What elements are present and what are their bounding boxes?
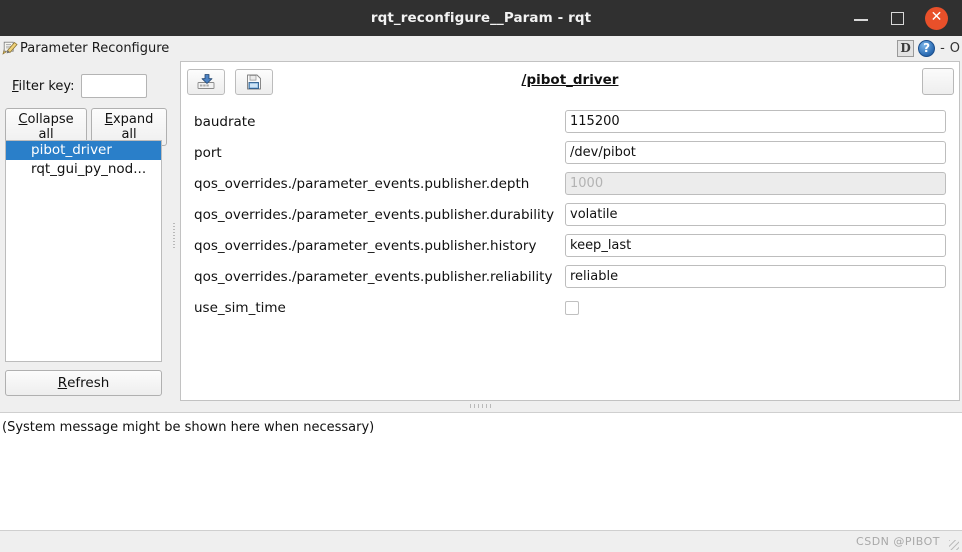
collapse-all-label: ollapse all bbox=[27, 112, 74, 142]
filter-key-label-text: ilter key: bbox=[18, 78, 75, 94]
filter-key-input[interactable] bbox=[80, 74, 147, 98]
save-parameters-icon bbox=[247, 74, 261, 90]
window-title: rqt_reconfigure__Param - rqt bbox=[370, 10, 592, 26]
window-controls: ✕ bbox=[853, 0, 962, 36]
parameter-label: use_sim_time bbox=[194, 299, 286, 316]
parameter-row-baudrate: baudrate bbox=[181, 106, 959, 137]
parameter-row-publisher-reliability: qos_overrides./parameter_events.publishe… bbox=[181, 261, 959, 292]
load-parameters-icon bbox=[197, 74, 215, 89]
filter-key-label: Filter key: bbox=[12, 79, 75, 94]
close-button[interactable]: ✕ bbox=[925, 6, 948, 30]
parameter-input-publisher-reliability[interactable] bbox=[565, 265, 946, 288]
collapse-all-accel: C bbox=[18, 112, 28, 127]
dock-widget-controls: D ? - O bbox=[897, 36, 962, 60]
parameter-input-publisher-history[interactable] bbox=[565, 234, 946, 257]
parameter-label: qos_overrides./parameter_events.publishe… bbox=[194, 175, 530, 192]
parameter-value-cell bbox=[565, 300, 946, 315]
parameter-value-cell bbox=[565, 172, 946, 195]
parameter-label: qos_overrides./parameter_events.publishe… bbox=[194, 237, 537, 254]
filter-key-row: Filter key: bbox=[12, 74, 147, 98]
parameter-checkbox-use-sim-time[interactable] bbox=[565, 300, 579, 315]
node-list-item-label: rqt_gui_py_nod... bbox=[31, 161, 147, 177]
close-icon: ✕ bbox=[930, 9, 943, 25]
selected-node-title: /pibot_driver bbox=[181, 72, 959, 88]
parameter-label: qos_overrides./parameter_events.publishe… bbox=[194, 206, 555, 223]
node-selector-pane: Filter key: Collapse all Expand all pibo… bbox=[0, 60, 167, 412]
help-icon[interactable]: ? bbox=[918, 39, 936, 57]
node-list-item-label: pibot_driver bbox=[31, 142, 112, 158]
parameter-value-cell bbox=[565, 141, 946, 164]
parameter-label: port bbox=[194, 144, 222, 161]
parameter-toolbar: /pibot_driver bbox=[181, 62, 959, 106]
main-split-area: Filter key: Collapse all Expand all pibo… bbox=[0, 60, 962, 412]
node-list-item-pibot-driver[interactable]: pibot_driver bbox=[6, 141, 161, 160]
dock-float-button[interactable]: D bbox=[897, 39, 915, 57]
status-bar: CSDN @PIBOT bbox=[0, 530, 962, 552]
splitter-grip-icon bbox=[172, 223, 175, 249]
refresh-label: efresh bbox=[67, 375, 110, 391]
expand-all-accel: E bbox=[104, 112, 113, 127]
parameter-input-publisher-depth bbox=[565, 172, 946, 195]
parameter-row-use-sim-time: use_sim_time bbox=[181, 292, 959, 323]
save-parameters-button[interactable] bbox=[235, 69, 273, 95]
parameter-value-cell bbox=[565, 110, 946, 133]
parameter-value-cell bbox=[565, 203, 946, 226]
vertical-splitter-grip-icon[interactable] bbox=[470, 404, 494, 408]
parameter-rows-container: baudrate port qos_overrides./parameter_e… bbox=[181, 106, 959, 400]
expand-all-label: xpand all bbox=[112, 112, 154, 142]
minimize-button[interactable] bbox=[853, 10, 869, 26]
parameter-label: baudrate bbox=[194, 113, 256, 130]
watermark-label: CSDN @PIBOT bbox=[856, 535, 940, 548]
system-message-text: (System message might be shown here when… bbox=[2, 420, 375, 435]
parameter-row-publisher-history: qos_overrides./parameter_events.publishe… bbox=[181, 230, 959, 261]
parameter-label: qos_overrides./parameter_events.publishe… bbox=[194, 268, 553, 285]
parameter-input-publisher-durability[interactable] bbox=[565, 203, 946, 226]
parameter-row-publisher-durability: qos_overrides./parameter_events.publishe… bbox=[181, 199, 959, 230]
dock-widget-title: Parameter Reconfigure bbox=[20, 40, 170, 56]
refresh-button[interactable]: Refresh bbox=[5, 370, 162, 396]
resize-grip-icon[interactable] bbox=[949, 540, 959, 550]
parameter-value-cell bbox=[565, 265, 946, 288]
dock-widget-titlebar: Parameter Reconfigure D ? - O bbox=[0, 36, 962, 60]
load-parameters-button[interactable] bbox=[187, 69, 225, 95]
selected-node-title-text: /pibot_driver bbox=[521, 72, 619, 88]
parameter-panel-corner-button[interactable] bbox=[922, 68, 954, 95]
dock-overflow-label: O bbox=[949, 40, 960, 56]
parameter-editor-pane: /pibot_driver baudrate port qos_override… bbox=[180, 61, 960, 401]
parameter-row-publisher-depth: qos_overrides./parameter_events.publishe… bbox=[181, 168, 959, 199]
system-message-area: (System message might be shown here when… bbox=[0, 413, 962, 530]
node-list-item-rqt-gui-py-node[interactable]: rqt_gui_py_nod... bbox=[6, 160, 161, 179]
dock-dash-label: - bbox=[940, 40, 945, 56]
edit-pencil-icon bbox=[1, 39, 19, 57]
parameter-row-port: port bbox=[181, 137, 959, 168]
parameter-input-baudrate[interactable] bbox=[565, 110, 946, 133]
pane-splitter-handle[interactable] bbox=[167, 60, 180, 412]
maximize-button[interactable] bbox=[889, 10, 905, 26]
parameter-input-port[interactable] bbox=[565, 141, 946, 164]
node-tree-list[interactable]: pibot_driver rqt_gui_py_nod... bbox=[5, 140, 162, 362]
refresh-accel: R bbox=[57, 375, 68, 391]
window-titlebar: rqt_reconfigure__Param - rqt ✕ bbox=[0, 0, 962, 36]
parameter-value-cell bbox=[565, 234, 946, 257]
